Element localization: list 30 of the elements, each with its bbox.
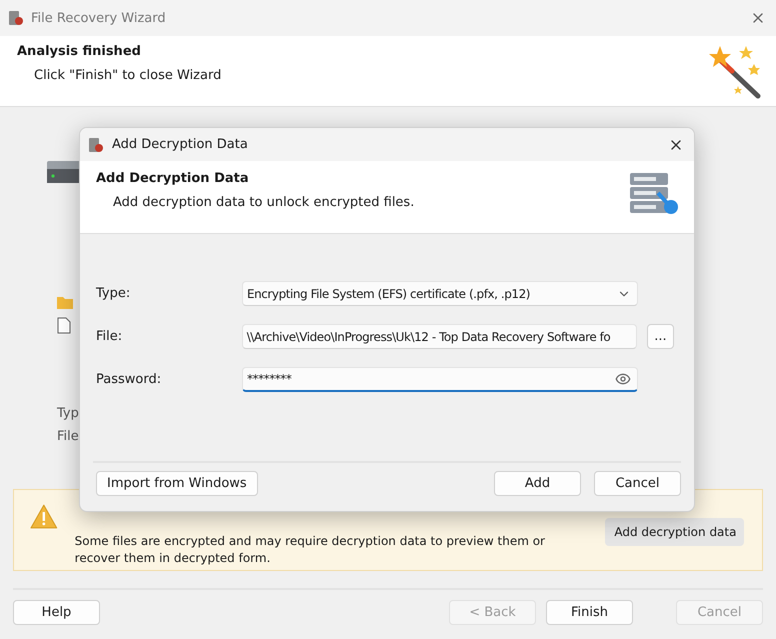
header-subtitle: Click "Finish" to close Wizard	[34, 68, 222, 83]
password-field[interactable]: ********	[242, 367, 638, 392]
header-title: Analysis finished	[17, 44, 142, 59]
dialog-button[interactable]: Cancel	[594, 470, 681, 496]
field-label: Password:	[96, 372, 162, 387]
app-icon	[8, 10, 24, 26]
dialog-button[interactable]: Import from Windows	[96, 470, 258, 496]
app-icon	[88, 136, 104, 152]
field-label: Type:	[96, 286, 132, 301]
warning-icon	[30, 504, 58, 529]
field-label: Typ	[57, 406, 79, 421]
server-key-icon	[628, 171, 680, 217]
file-icon	[57, 317, 71, 334]
dialog-header-title: Add Decryption Data	[96, 171, 250, 186]
field-label: File:	[96, 329, 124, 344]
footer-button[interactable]: Help	[13, 600, 100, 625]
window-title: File Recovery Wizard	[31, 10, 167, 26]
dialog-title: Add Decryption Data	[112, 137, 249, 152]
browse-button[interactable]: ...	[647, 324, 674, 349]
hard-drive-icon	[47, 159, 81, 185]
eye-icon[interactable]	[615, 371, 631, 387]
file-path-field[interactable]: \\Archive\Video\InProgress\Uk\12 - Top Data Recovery Software fo	[242, 324, 637, 349]
footer-button[interactable]: Finish	[546, 600, 633, 625]
folder-icon	[57, 295, 73, 309]
add-decryption-data-button[interactable]: Add decryption data	[605, 518, 744, 546]
field-label: File	[57, 429, 79, 444]
type-dropdown[interactable]: Encrypting File System (EFS) certificate (.pfx, .p12)	[242, 281, 638, 306]
dialog-button[interactable]: Add	[494, 470, 581, 496]
warning-message: Some files are encrypted and may require decryption data to preview them or recover them in decrypted form.	[74, 533, 546, 567]
dialog-header-subtitle: Add decryption data to unlock encrypted files.	[113, 195, 414, 210]
